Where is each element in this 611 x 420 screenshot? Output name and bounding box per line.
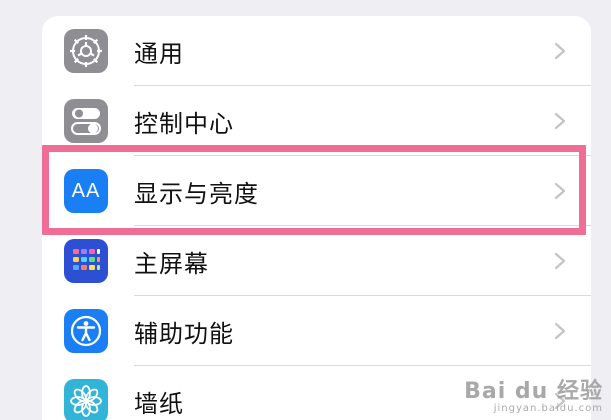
settings-item-label: 辅助功能 <box>134 319 234 348</box>
settings-item-label: 通用 <box>134 39 184 68</box>
chevron-right-icon <box>554 182 566 200</box>
flower-icon <box>64 379 108 420</box>
watermark-main: Bai du 经验 <box>464 379 603 404</box>
settings-screen: 通用 控制中心 AA 显示与亮度 主屏幕 辅助功能 墙纸 Bai du 经验 j… <box>0 0 611 420</box>
chevron-right-icon <box>554 252 566 270</box>
gear-icon <box>64 29 108 73</box>
settings-list: 通用 控制中心 AA 显示与亮度 主屏幕 辅助功能 墙纸 <box>42 16 591 420</box>
settings-item-accessibility[interactable]: 辅助功能 <box>42 296 591 366</box>
settings-item-home-screen[interactable]: 主屏幕 <box>42 226 591 296</box>
accessibility-person-icon <box>64 309 108 353</box>
home-screen-grid-icon <box>64 239 108 283</box>
settings-item-label: 主屏幕 <box>134 249 209 278</box>
text-size-icon-glyph: AA <box>71 179 101 202</box>
settings-item-general[interactable]: 通用 <box>42 16 591 86</box>
settings-item-display-brightness[interactable]: AA 显示与亮度 <box>42 156 591 226</box>
text-size-icon: AA <box>64 169 108 213</box>
settings-item-label: 显示与亮度 <box>134 179 259 208</box>
toggle-switches-icon <box>64 99 108 143</box>
chevron-right-icon <box>554 112 566 130</box>
chevron-right-icon <box>554 322 566 340</box>
baidu-watermark: Bai du 经验 jingyan.baidu.com <box>464 373 603 414</box>
chevron-right-icon <box>554 42 566 60</box>
settings-item-control-center[interactable]: 控制中心 <box>42 86 591 156</box>
settings-item-label: 墙纸 <box>134 389 184 418</box>
settings-item-label: 控制中心 <box>134 109 234 138</box>
